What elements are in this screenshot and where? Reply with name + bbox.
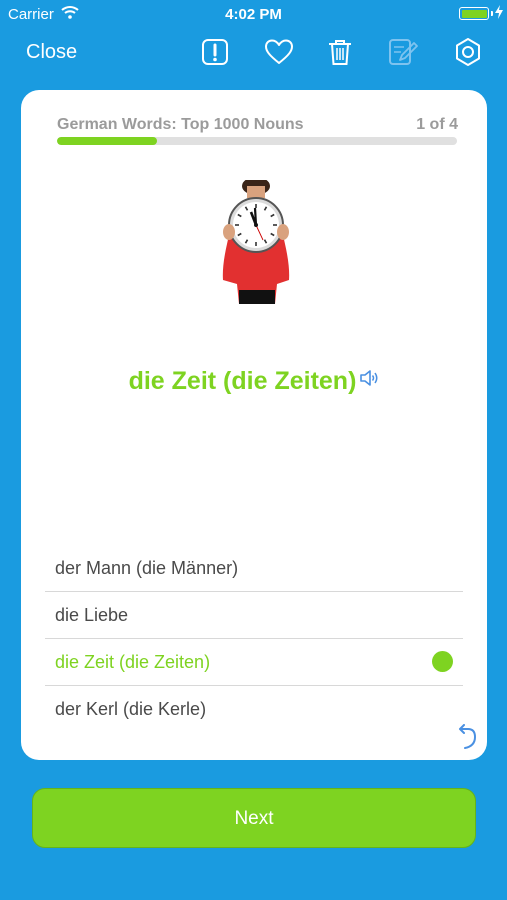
answer-options: der Mann (die Männer) die Liebe die Zeit… [45, 545, 463, 732]
status-time: 4:02 PM [225, 6, 282, 23]
settings-icon[interactable] [452, 36, 484, 68]
nav-bar: Close [0, 30, 507, 76]
progress-fill [57, 137, 157, 145]
heart-icon[interactable] [263, 36, 295, 68]
trash-icon[interactable] [324, 36, 356, 68]
report-icon[interactable] [199, 36, 231, 68]
word-image [222, 180, 290, 304]
progress-bar [57, 137, 457, 145]
edit-icon[interactable] [386, 36, 418, 68]
word-text: die Zeit (die Zeiten) [128, 367, 357, 395]
close-button[interactable]: Close [26, 41, 77, 64]
undo-icon[interactable] [455, 724, 479, 750]
answer-label: der Mann (die Männer) [55, 558, 239, 578]
word-heading: die Zeit (die Zeiten) [21, 367, 487, 396]
answer-option[interactable]: der Kerl (die Kerle) [45, 686, 463, 732]
answer-label: der Kerl (die Kerle) [55, 699, 207, 719]
status-bar: Carrier 4:02 PM [0, 0, 507, 28]
answer-option-selected[interactable]: die Zeit (die Zeiten) [45, 639, 463, 686]
next-button-label: Next [234, 808, 274, 829]
card-counter: 1 of 4 [416, 116, 458, 133]
selected-indicator [432, 651, 453, 672]
deck-title: German Words: Top 1000 Nouns [57, 116, 304, 133]
answer-option[interactable]: die Liebe [45, 592, 463, 639]
battery-icon [459, 7, 489, 20]
answer-label: die Zeit (die Zeiten) [55, 652, 211, 672]
flashcard: German Words: Top 1000 Nouns 1 of 4 die … [21, 90, 487, 760]
next-button[interactable]: Next [32, 788, 476, 848]
answer-label: die Liebe [55, 605, 129, 625]
speaker-icon[interactable] [359, 369, 379, 387]
charging-icon [495, 5, 503, 19]
answer-option[interactable]: der Mann (die Männer) [45, 545, 463, 592]
